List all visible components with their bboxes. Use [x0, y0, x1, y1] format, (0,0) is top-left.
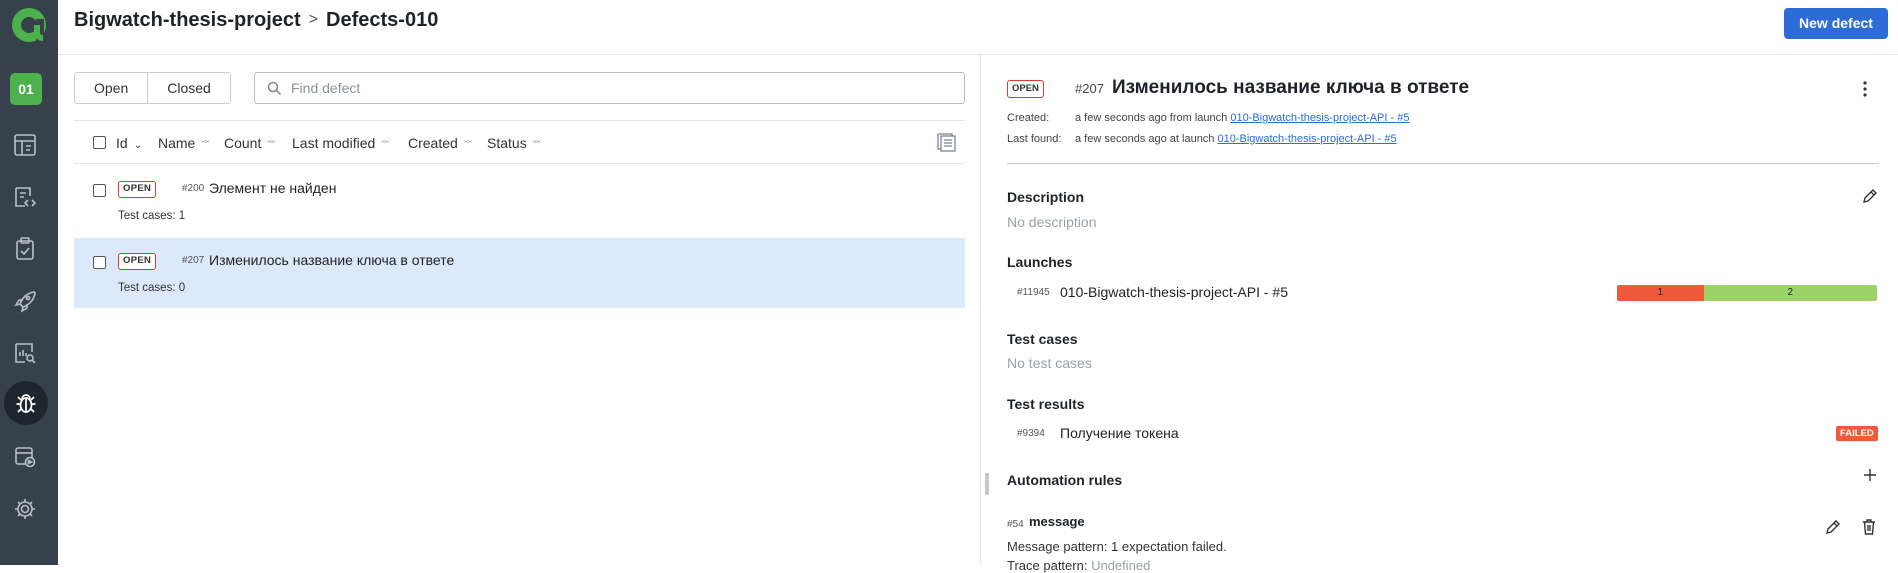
select-all-checkbox[interactable]	[93, 136, 106, 149]
defect-name: Элемент не найден	[209, 180, 337, 196]
created-text: a few seconds ago from launch	[1075, 112, 1228, 124]
column-status[interactable]: Status ︿ ﹀	[487, 135, 541, 151]
column-id-label: Id	[116, 135, 128, 151]
table-header: Id ⌄ Name ︿ ﹀ Count ︿ ﹀ Last modified ︿ ﹀ Creat…	[74, 120, 965, 164]
column-count-label: Count	[224, 135, 262, 151]
last-found-label: Last found:	[1007, 133, 1062, 145]
more-menu-icon[interactable]	[1862, 78, 1868, 100]
test-results-heading: Test results	[1007, 396, 1085, 412]
test-result-id: #9394	[1017, 428, 1045, 439]
settings-icon[interactable]	[11, 495, 39, 523]
failed-segment: 1	[1617, 285, 1704, 301]
column-created[interactable]: Created ︿ ﹀	[408, 135, 472, 151]
testcases-icon[interactable]	[11, 183, 39, 211]
launch-id: #11945	[1017, 287, 1050, 298]
test-cases-count: Test cases: 1	[118, 210, 186, 222]
rule-name: message	[1029, 514, 1085, 529]
page-title: Defects-010	[326, 9, 439, 31]
edit-rule-icon[interactable]	[1824, 518, 1842, 536]
breadcrumb: Bigwatch-thesis-project > Defects-010	[74, 9, 438, 32]
last-found-value: a few seconds ago at launch 010-Bigwatch…	[1075, 133, 1397, 145]
table-row[interactable]: OPEN #207 Изменилось название ключа в от…	[74, 238, 965, 308]
test-result-status-badge: FAILED	[1836, 426, 1878, 441]
automation-rules-heading: Automation rules	[1007, 472, 1123, 488]
test-cases-count: Test cases: 0	[118, 282, 186, 294]
status-badge: OPEN	[118, 253, 157, 270]
description-value: No description	[1007, 214, 1097, 230]
new-defect-button[interactable]: New defect	[1784, 8, 1888, 39]
launches-icon[interactable]	[11, 287, 39, 315]
created-value: a few seconds ago from launch 010-Bigwat…	[1075, 112, 1409, 124]
column-settings-icon[interactable]	[937, 133, 957, 153]
test-cases-value: No test cases	[1007, 355, 1092, 371]
sort-icon: ︿ ﹀	[463, 135, 472, 149]
sort-icon: ︿ ﹀	[381, 135, 390, 149]
created-launch-link[interactable]: 010-Bigwatch-thesis-project-API - #5	[1230, 112, 1409, 124]
created-label: Created:	[1007, 112, 1050, 124]
top-header: Bigwatch-thesis-project > Defects-010 New …	[58, 0, 1898, 55]
passed-segment: 2	[1703, 285, 1877, 301]
trace-pattern-label: Trace pattern:	[1007, 558, 1088, 573]
sort-icon: ︿ ﹀	[267, 135, 276, 149]
project-badge[interactable]: 01	[10, 73, 42, 105]
rule-trace-pattern: Trace pattern: Undefined	[1007, 558, 1150, 573]
column-last-modified[interactable]: Last modified ︿ ﹀	[292, 135, 389, 151]
status-filter-tabs: Open Closed	[74, 72, 231, 104]
column-name[interactable]: Name ︿ ﹀	[158, 135, 209, 151]
testplans-icon[interactable]	[11, 235, 39, 263]
breadcrumb-separator: >	[308, 11, 319, 28]
test-result-name[interactable]: Получение токена	[1060, 425, 1179, 441]
defect-id: #200	[182, 183, 205, 194]
column-id[interactable]: Id ⌄	[116, 135, 142, 151]
search-icon	[267, 81, 282, 96]
description-heading: Description	[1007, 189, 1085, 205]
search-box	[254, 72, 965, 104]
launches-heading: Launches	[1007, 254, 1073, 270]
row-checkbox[interactable]	[93, 184, 106, 197]
last-found-text: a few seconds ago at launch	[1075, 133, 1215, 145]
row-checkbox[interactable]	[93, 256, 106, 269]
resize-handle[interactable]	[985, 473, 989, 495]
trace-pattern-value: Undefined	[1091, 558, 1151, 573]
column-status-label: Status	[487, 135, 527, 151]
last-found-launch-link[interactable]: 010-Bigwatch-thesis-project-API - #5	[1218, 133, 1397, 145]
defect-id: #207	[182, 255, 205, 266]
analytics-icon[interactable]	[11, 339, 39, 367]
defects-icon[interactable]	[4, 381, 48, 425]
detail-status-badge: OPEN	[1007, 80, 1044, 98]
search-input[interactable]	[291, 77, 891, 99]
status-badge: OPEN	[118, 181, 157, 198]
tab-closed[interactable]: Closed	[147, 73, 230, 103]
column-last-modified-label: Last modified	[292, 135, 376, 151]
defect-detail-panel: OPEN #207 Изменилось название ключа в от…	[1007, 55, 1879, 573]
jobs-icon[interactable]	[11, 443, 39, 471]
launch-result-bar: 1 2	[1617, 285, 1877, 301]
sort-icon: ︿ ﹀	[201, 135, 210, 149]
column-created-label: Created	[408, 135, 458, 151]
test-cases-heading: Test cases	[1007, 331, 1078, 347]
edit-description-icon[interactable]	[1861, 187, 1879, 205]
launch-name[interactable]: 010-Bigwatch-thesis-project-API - #5	[1060, 284, 1288, 300]
main-sidebar: 01	[0, 0, 58, 565]
divider-line	[1007, 163, 1879, 164]
dashboards-icon[interactable]	[11, 131, 39, 159]
rule-id: #54	[1007, 519, 1024, 530]
breadcrumb-project[interactable]: Bigwatch-thesis-project	[74, 9, 301, 31]
detail-id: #207	[1075, 81, 1104, 96]
tab-open[interactable]: Open	[75, 73, 147, 103]
created-meta: Created: a few seconds ago from launch 0…	[1007, 112, 1607, 126]
add-rule-icon[interactable]	[1861, 466, 1879, 484]
defect-name: Изменилось название ключа в ответе	[209, 252, 455, 268]
panel-divider	[980, 55, 981, 565]
sort-icon: ︿ ﹀	[532, 135, 541, 149]
column-name-label: Name	[158, 135, 196, 151]
table-row[interactable]: OPEN #200 Элемент не найден Test cases: …	[74, 164, 965, 234]
delete-rule-icon[interactable]	[1860, 518, 1878, 536]
last-found-meta: Last found: a few seconds ago at launch …	[1007, 133, 1607, 147]
column-count[interactable]: Count ︿ ﹀	[224, 135, 275, 151]
app-logo-icon[interactable]	[9, 5, 49, 45]
rule-message-pattern: Message pattern: 1 expectation failed.	[1007, 539, 1227, 554]
detail-title: Изменилось название ключа в ответе	[1112, 77, 1470, 98]
sort-desc-icon: ⌄	[133, 140, 143, 151]
